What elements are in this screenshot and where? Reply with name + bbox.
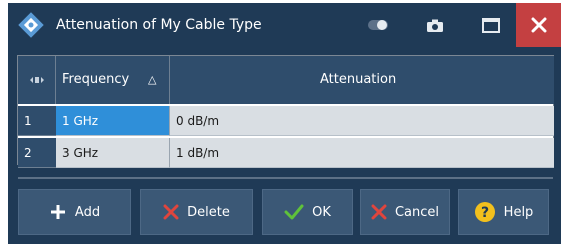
cancel-button[interactable]: Cancel [360, 189, 450, 235]
column-header-attenuation-label: Attenuation [320, 72, 397, 87]
table-row[interactable]: 1 1 GHz 0 dB/m [18, 106, 554, 136]
delete-button-label: Delete [187, 204, 230, 220]
help-button-label: Help [503, 204, 534, 220]
maximize-button[interactable] [470, 3, 512, 47]
attenuation-cell[interactable]: 0 dB/m [170, 106, 554, 136]
row-index: 1 [18, 106, 56, 136]
table-row[interactable]: 2 3 GHz 1 dB/m [18, 138, 554, 168]
toggle-button[interactable] [360, 3, 396, 47]
column-header-attenuation[interactable]: Attenuation [170, 56, 554, 104]
help-icon: ? [474, 202, 495, 222]
window-title: Attenuation of My Cable Type [56, 17, 262, 33]
screenshot-button[interactable] [418, 3, 452, 47]
attenuation-table: Frequency △ Attenuation 1 1 GHz 0 dB/m 2… [17, 55, 554, 168]
frequency-cell[interactable]: 3 GHz [56, 138, 170, 168]
cancel-x-icon [371, 204, 387, 220]
delete-x-icon [163, 204, 179, 220]
app-logo-icon [18, 12, 44, 38]
button-separator [18, 177, 553, 179]
cancel-button-label: Cancel [394, 204, 440, 220]
svg-text:?: ? [481, 205, 489, 221]
close-button[interactable] [516, 3, 561, 47]
ok-button[interactable]: OK [262, 189, 353, 235]
ok-button-label: OK [312, 204, 331, 220]
column-resize-icon [30, 77, 44, 83]
close-icon [531, 17, 546, 33]
plus-icon [50, 205, 65, 219]
row-header-corner[interactable] [18, 56, 56, 104]
maximize-icon [482, 17, 500, 33]
add-button[interactable]: Add [18, 189, 131, 235]
checkmark-icon [284, 204, 304, 220]
row-index: 2 [18, 138, 56, 168]
toggle-icon [368, 20, 388, 30]
camera-icon [427, 19, 443, 32]
frequency-cell[interactable]: 1 GHz [56, 106, 170, 136]
sort-ascending-icon: △ [148, 73, 157, 86]
delete-button[interactable]: Delete [140, 189, 253, 235]
attenuation-dialog: Attenuation of My Cable Type Frequency △… [8, 3, 561, 244]
title-bar: Attenuation of My Cable Type [8, 3, 561, 47]
attenuation-cell[interactable]: 1 dB/m [170, 138, 554, 168]
column-header-frequency[interactable]: Frequency △ [56, 56, 170, 104]
add-button-label: Add [74, 204, 101, 220]
help-button[interactable]: ? Help [458, 189, 549, 235]
column-header-frequency-label: Frequency [62, 72, 130, 87]
